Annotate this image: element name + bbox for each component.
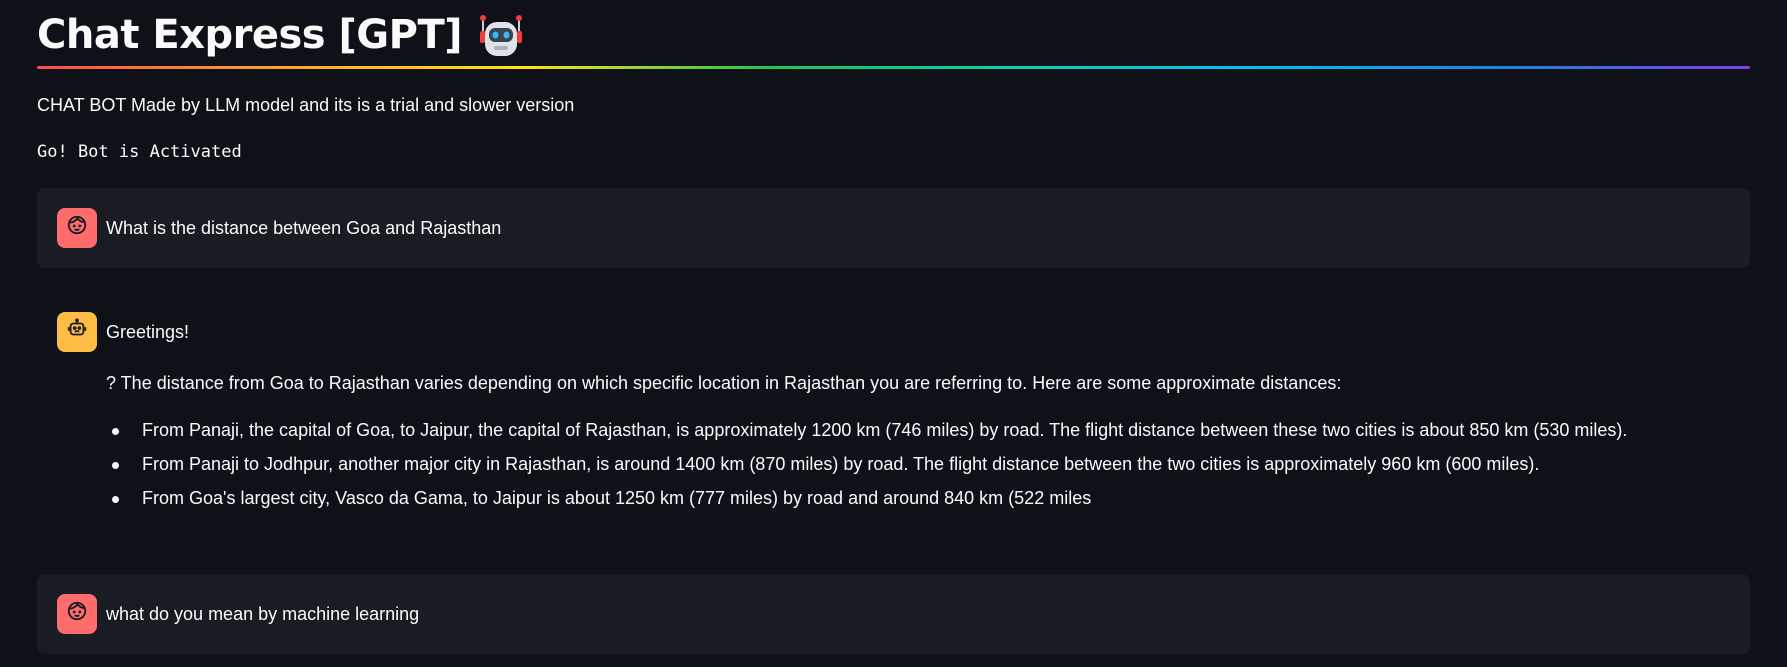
message-content: Greetings! ? The distance from Goa to Ra…: [106, 312, 1627, 522]
list-item: From Panaji, the capital of Goa, to Jaip…: [111, 419, 1627, 442]
face-icon: [66, 600, 88, 627]
message-text: What is the distance between Goa and Raj…: [106, 217, 502, 238]
face-icon: [66, 214, 88, 241]
subtitle-text: CHAT BOT Made by LLM model and its is a …: [37, 95, 575, 115]
page-title: Chat Express [GPT]: [37, 12, 463, 58]
list-item: From Panaji to Jodhpur, another major ci…: [111, 453, 1627, 476]
message-content: What is the distance between Goa and Raj…: [106, 208, 501, 240]
title-divider: [37, 66, 1750, 69]
bot-icon: [66, 318, 88, 345]
user-avatar: [57, 207, 97, 248]
message-content: what do you mean by machine learning: [106, 594, 419, 626]
title-row: Chat Express [GPT]: [37, 0, 1750, 66]
assistant-avatar: [57, 311, 97, 352]
message-text: what do you mean by machine learning: [106, 603, 420, 624]
robot-icon: [476, 8, 526, 58]
chat-message-assistant: Greetings! ? The distance from Goa to Ra…: [37, 274, 1750, 542]
assistant-greeting: Greetings!: [106, 321, 190, 342]
bot-status-text: Go! Bot is Activated: [37, 142, 242, 163]
chat-message-user: What is the distance between Goa and Raj…: [37, 187, 1750, 268]
assistant-paragraph: ? The distance from Goa to Rajasthan var…: [106, 373, 1342, 394]
assistant-bullet-list: From Panaji, the capital of Goa, to Jaip…: [106, 419, 1627, 511]
user-avatar: [57, 593, 97, 634]
chat-message-user: what do you mean by machine learning: [37, 573, 1750, 654]
main-container: Chat Express [GPT] CHAT BOT Made by LLM …: [37, 0, 1750, 654]
list-item: From Goa's largest city, Vasco da Gama, …: [111, 487, 1627, 510]
